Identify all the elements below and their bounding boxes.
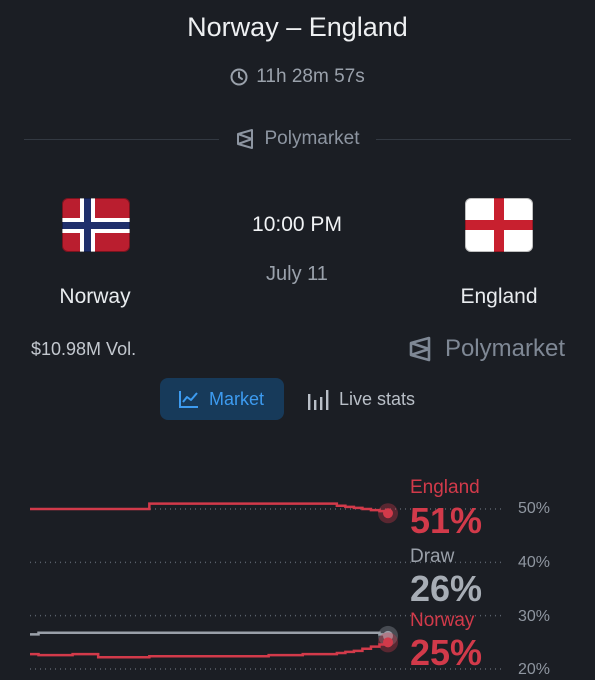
away-team-name: England (460, 285, 538, 308)
norway-endpoint (383, 637, 393, 648)
draw-series-label: Draw (410, 546, 455, 567)
countdown-text: 11h 28m 57s (256, 66, 365, 87)
y-tick-label: 40% (518, 554, 551, 571)
polymarket-logo-icon (409, 336, 431, 362)
england-series-label: England (410, 477, 480, 498)
provider-divider: Polymarket (24, 128, 571, 150)
tab-live-stats-label: Live stats (339, 388, 416, 409)
norway-flag-icon (62, 198, 130, 252)
y-tick-label: 50% (518, 500, 551, 517)
provider-link[interactable]: Polymarket (235, 128, 360, 150)
market-chart (30, 502, 505, 670)
norway-series-label: Norway (410, 610, 475, 631)
provider-name: Polymarket (264, 128, 360, 149)
market-volume: $10.98M Vol. (31, 339, 137, 359)
kickoff-time: 10:00 PM (252, 213, 342, 236)
countdown: 11h 28m 57s (0, 66, 595, 88)
tab-market[interactable]: Market (160, 378, 284, 420)
draw-series-pct: 26% (410, 568, 483, 609)
clock-icon (230, 68, 248, 86)
match-date: July 11 (266, 263, 328, 285)
y-tick-label: 30% (518, 608, 551, 625)
divider-line-right (375, 138, 571, 140)
polymarket-icon (237, 129, 254, 149)
norway-series-pct: 25% (410, 632, 483, 673)
england-flag-icon (465, 198, 533, 252)
england-series-pct: 51% (410, 500, 483, 541)
norway-series-line (30, 642, 390, 659)
divider-line-left (24, 138, 220, 140)
tab-live-stats[interactable]: Live stats (296, 378, 425, 420)
y-tick-label: 20% (518, 661, 551, 678)
draw-series-line (30, 631, 390, 636)
home-team-name: Norway (59, 285, 131, 308)
line-chart-icon (179, 391, 198, 408)
polymarket-brand[interactable]: Polymarket (407, 335, 565, 363)
tab-market-label: Market (209, 388, 265, 409)
match-title: Norway – England (187, 12, 408, 42)
england-series-line (30, 502, 390, 514)
polymarket-brand-name: Polymarket (444, 335, 565, 362)
england-endpoint (383, 508, 393, 519)
bar-stats-icon (308, 390, 329, 410)
